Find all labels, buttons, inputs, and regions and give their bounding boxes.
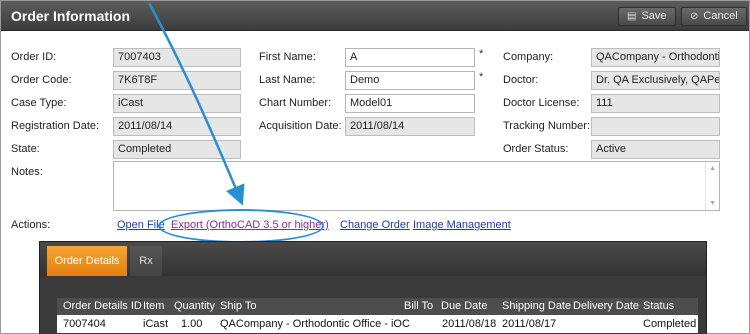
acquisition-date-field: 2011/08/14: [345, 117, 475, 136]
save-button[interactable]: ▤ Save: [618, 7, 676, 26]
image-management-link[interactable]: Image Management: [413, 219, 511, 231]
column-header[interactable]: Quantity: [174, 300, 215, 312]
column-header[interactable]: Status: [643, 300, 674, 312]
order-code-field: 7K6T8F: [113, 71, 241, 90]
column-header[interactable]: Due Date: [441, 300, 487, 312]
order-details-section: Order Details Rx Order Details ID Item Q…: [39, 241, 707, 334]
column-header[interactable]: Shipping Date: [502, 300, 571, 312]
order-status-label: Order Status:: [503, 143, 569, 155]
tracking-number-label: Tracking Number:: [503, 120, 591, 132]
highlight-ellipse: [158, 209, 324, 243]
page-title: Order Information: [11, 8, 131, 24]
state-field: Completed: [113, 140, 241, 159]
last-name-input[interactable]: Demo: [345, 71, 475, 90]
notes-label: Notes:: [11, 166, 43, 178]
order-code-label: Order Code:: [11, 74, 72, 86]
doctor-license-field: 111: [591, 94, 720, 113]
cancel-button[interactable]: ⊘ Cancel: [681, 7, 747, 26]
company-field: QACompany - Orthodontic: [591, 48, 720, 67]
scroll-down-icon[interactable]: ▼: [709, 200, 716, 207]
actions-label: Actions:: [11, 219, 51, 231]
last-name-label: Last Name:: [259, 74, 316, 86]
table-cell: iCast: [143, 318, 169, 330]
case-type-field: iCast: [113, 94, 241, 113]
required-marker: *: [479, 71, 484, 83]
table-cell: 2011/08/18: [442, 318, 497, 330]
notes-textarea[interactable]: ▲ ▼: [113, 161, 720, 211]
details-tab-bar: Order Details Rx: [40, 242, 706, 276]
required-marker: *: [479, 48, 484, 60]
save-icon: ▤: [627, 11, 637, 22]
scroll-up-icon[interactable]: ▲: [709, 165, 716, 172]
order-status-field: Active: [591, 140, 720, 159]
registration-date-label: Registration Date:: [11, 120, 100, 132]
column-header[interactable]: Bill To: [404, 300, 433, 312]
order-information-panel: Order Information ▤ Save ⊘ Cancel Order …: [0, 0, 750, 334]
doctor-label: Doctor:: [503, 74, 539, 86]
table-cell: 2011/08/17: [502, 318, 557, 330]
chart-number-input[interactable]: Model01: [345, 94, 475, 113]
order-id-label: Order ID:: [11, 51, 57, 63]
first-name-label: First Name:: [259, 51, 316, 63]
column-header[interactable]: Item: [143, 300, 164, 312]
doctor-license-label: Doctor License:: [503, 97, 580, 109]
order-details-table: Order Details ID Item Quantity Ship To B…: [57, 298, 698, 333]
chart-number-label: Chart Number:: [259, 97, 332, 109]
tracking-number-field: [591, 117, 720, 136]
state-label: State:: [11, 143, 40, 155]
doctor-field: Dr. QA Exclusively, QAPerso: [591, 71, 720, 90]
company-label: Company:: [503, 51, 554, 63]
order-id-field: 7007403: [113, 48, 241, 67]
change-order-link[interactable]: Change Order: [340, 219, 410, 231]
cancel-icon: ⊘: [690, 11, 699, 22]
cancel-label: Cancel: [703, 10, 738, 22]
case-type-label: Case Type:: [11, 97, 67, 109]
column-header[interactable]: Delivery Date: [573, 300, 639, 312]
first-name-input[interactable]: A: [345, 48, 475, 67]
title-bar: Order Information ▤ Save ⊘ Cancel: [1, 1, 749, 31]
acquisition-date-label: Acquisition Date:: [259, 120, 342, 132]
save-label: Save: [641, 10, 667, 22]
table-cell: 1.00: [181, 318, 203, 330]
table-row[interactable]: 7007404 iCast 1.00 QACompany - Orthodont…: [57, 315, 698, 333]
table-header: Order Details ID Item Quantity Ship To B…: [57, 298, 698, 315]
table-cell: Completed: [643, 318, 697, 330]
column-header[interactable]: Ship To: [220, 300, 257, 312]
table-cell: 7007404: [63, 318, 106, 330]
registration-date-field: 2011/08/14: [113, 117, 241, 136]
tab-order-details[interactable]: Order Details: [47, 246, 127, 276]
column-header[interactable]: Order Details ID: [63, 300, 142, 312]
tab-rx[interactable]: Rx: [130, 246, 162, 276]
table-cell: QACompany - Orthodontic Office - iOC: [220, 318, 410, 330]
